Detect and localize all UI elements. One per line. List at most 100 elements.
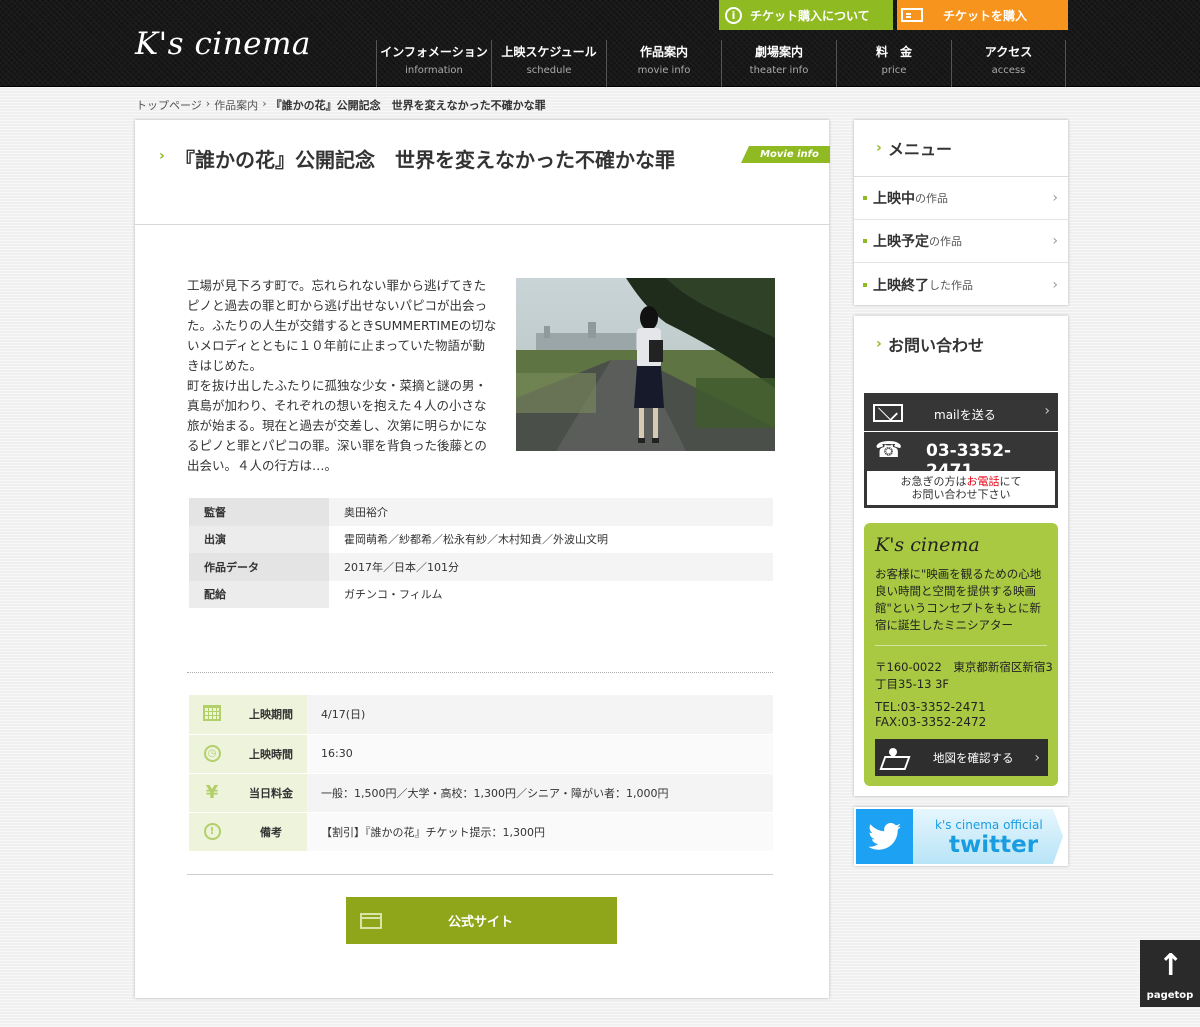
chevron-right-icon: ›	[1052, 233, 1058, 249]
nav-label: アクセス	[984, 45, 1033, 59]
cinema-info-card: K's cinema お客様に"映画を観るための心地良い時間と空間を提供する映画…	[864, 523, 1058, 786]
nav-price[interactable]: 料 金 price	[836, 40, 951, 87]
credit-label: 配給	[189, 580, 329, 608]
breadcrumb-movies[interactable]: 作品案内	[214, 97, 258, 113]
breadcrumb-current: 『誰かの花』公開記念 世界を変えなかった不確かな罪	[270, 99, 546, 112]
yen-icon: ¥	[189, 773, 235, 813]
credit-value: ガチンコ・フィルム	[344, 588, 443, 602]
twitter-bird-icon	[856, 809, 913, 864]
phone-contact: ☎ 03-3352-2471 お急ぎの方はお電話にて お問い合わせ下さい	[864, 432, 1058, 508]
chevron-right-icon: ›	[159, 148, 165, 164]
table-row: 監督 奥田裕介	[189, 498, 773, 526]
calendar-icon	[189, 695, 235, 735]
credit-value: 霍岡萌希／紗都希／松永有紗／木村知貴／外波山文明	[344, 533, 608, 547]
site-logo[interactable]: K's cinema	[135, 26, 311, 62]
arrow-up-icon: ↑	[1158, 948, 1184, 983]
global-nav: インフォメーション information 上映スケジュール schedule …	[376, 40, 1066, 87]
nav-sublabel: price	[881, 65, 907, 76]
chevron-right-icon: ›	[1052, 276, 1058, 293]
cinema-logo: K's cinema	[875, 534, 980, 556]
chevron-right-icon: ›	[876, 336, 882, 352]
ticket-icon	[901, 8, 923, 22]
phone-note-c: お問い合わせ下さい	[911, 488, 1011, 501]
bullet-icon	[863, 282, 867, 287]
chevron-right-icon: ›	[1044, 403, 1050, 419]
notice-icon: !	[189, 812, 235, 852]
menu-item-small: した作品	[929, 278, 973, 292]
table-row: 配給 ガチンコ・フィルム	[189, 580, 773, 608]
showtimes-table: 上映期間 4/17(日) ◷ 上映時間 16:30 ¥ 当日料金 一般：1,50…	[189, 695, 773, 852]
showtime-label: 上映期間	[235, 695, 307, 735]
cinema-address: 〒160-0022 東京都新宿区新宿3丁目35-13 3F	[875, 660, 1053, 691]
table-row: 上映期間 4/17(日)	[189, 695, 773, 735]
twitter-label-area: k's cinema official twitter	[913, 809, 1063, 864]
sidebar-item-now-showing[interactable]: 上映中 の作品 ›	[854, 177, 1068, 220]
nav-information[interactable]: インフォメーション information	[376, 40, 491, 87]
chevron-right-icon: ›	[1034, 749, 1040, 766]
sidebar-item-upcoming[interactable]: 上映予定 の作品 ›	[854, 220, 1068, 263]
page-title: 『誰かの花』公開記念 世界を変えなかった不確かな罪	[175, 148, 675, 172]
breadcrumb-home[interactable]: トップページ	[136, 97, 202, 113]
sidebar-item-ended[interactable]: 上映終了 した作品 ›	[854, 263, 1068, 306]
divider	[187, 672, 773, 673]
phone-icon: ☎	[875, 438, 903, 463]
nav-sublabel: theater info	[749, 65, 809, 76]
divider	[187, 874, 773, 875]
movie-detail-panel: › 『誰かの花』公開記念 世界を変えなかった不確かな罪 Movie info 工…	[135, 120, 830, 998]
nav-sublabel: access	[991, 65, 1026, 76]
table-row: ◷ 上映時間 16:30	[189, 734, 773, 774]
ticket-info-button[interactable]: i チケット購入について	[719, 0, 893, 30]
ticket-buy-label: チケットを購入	[943, 8, 1028, 23]
site-header: K's cinema i チケット購入について チケットを購入 インフォメーショ…	[0, 0, 1200, 87]
twitter-banner[interactable]: k's cinema official twitter	[854, 807, 1068, 866]
showtime-value: 【割引】『誰かの花』チケット提示：1,300円	[307, 812, 773, 852]
pagetop-label: pagetop	[1146, 990, 1194, 1001]
menu-item-strong: 上映終了	[873, 277, 929, 294]
nav-label: 作品案内	[639, 45, 688, 59]
movie-info-tag: Movie info	[741, 146, 830, 163]
credit-label: 作品データ	[189, 553, 329, 581]
showtime-value: 16:30	[307, 734, 773, 774]
twitter-label-main: twitter	[949, 832, 1039, 858]
map-button-label: 地図を確認する	[933, 750, 1014, 765]
nav-theater-info[interactable]: 劇場案内 theater info	[721, 40, 836, 87]
nav-label: インフォメーション	[380, 45, 488, 59]
mail-label: mailを送る	[934, 408, 996, 422]
table-row: ! 備考 【割引】『誰かの花』チケット提示：1,300円	[189, 812, 773, 852]
cinema-tel-fax: TEL:03-3352-2471 FAX:03-3352-2472	[875, 700, 986, 730]
credit-value: 2017年／日本／101分	[329, 553, 773, 581]
nav-schedule[interactable]: 上映スケジュール schedule	[491, 40, 606, 87]
table-row: 出演 霍岡萌希／紗都希／松永有紗／木村知貴／外波山文明	[189, 525, 773, 553]
title-area: › 『誰かの花』公開記念 世界を変えなかった不確かな罪 Movie info	[135, 120, 830, 225]
contact-title: お問い合わせ	[888, 336, 985, 355]
breadcrumb: トップページ › 作品案内 › 『誰かの花』公開記念 世界を変えなかった不確かな…	[136, 97, 546, 113]
table-row: 作品データ 2017年／日本／101分	[189, 553, 773, 581]
menu-item-strong: 上映予定	[873, 234, 929, 250]
credit-label: 監督	[189, 498, 329, 526]
divider	[875, 645, 1047, 646]
cinema-fax: FAX:03-3352-2472	[875, 715, 987, 729]
official-site-button[interactable]: 公式サイト	[346, 897, 617, 944]
ticket-buy-button[interactable]: チケットを購入	[897, 0, 1068, 30]
menu-item-strong: 上映中	[873, 191, 915, 207]
mail-button[interactable]: mailを送る ›	[864, 393, 1058, 431]
menu-item-small: の作品	[915, 192, 948, 205]
envelope-icon	[873, 404, 903, 422]
sidebar-menu-heading: › メニュー	[854, 120, 1068, 177]
nav-label: 劇場案内	[754, 45, 803, 59]
credit-label: 出演	[189, 525, 329, 553]
map-button[interactable]: 地図を確認する ›	[875, 739, 1048, 776]
contact-heading: › お問い合わせ	[854, 316, 1068, 373]
sidebar-menu: › メニュー 上映中 の作品 › 上映予定 の作品 › 上映終了 した作品 ›	[854, 120, 1068, 305]
pagetop-button[interactable]: ↑ pagetop	[1140, 940, 1200, 1007]
phone-note: お急ぎの方はお電話にて お問い合わせ下さい	[867, 471, 1055, 505]
bullet-icon	[863, 196, 867, 200]
table-row: ¥ 当日料金 一般：1,500円／大学・高校：1,300円／シニア・障がい者：1…	[189, 773, 773, 813]
nav-movie-info[interactable]: 作品案内 movie info	[606, 40, 721, 87]
clock-icon: ◷	[189, 734, 235, 774]
synopsis: 工場が見下ろす町で。忘れられない罪から逃げてきたピノと過去の罪と町から逃げ出せな…	[187, 278, 497, 473]
breadcrumb-separator: ›	[205, 97, 211, 110]
nav-access[interactable]: アクセス access	[951, 40, 1066, 87]
ticket-info-label: チケット購入について	[750, 8, 870, 23]
phone-note-a: お急ぎの方は	[900, 475, 967, 488]
